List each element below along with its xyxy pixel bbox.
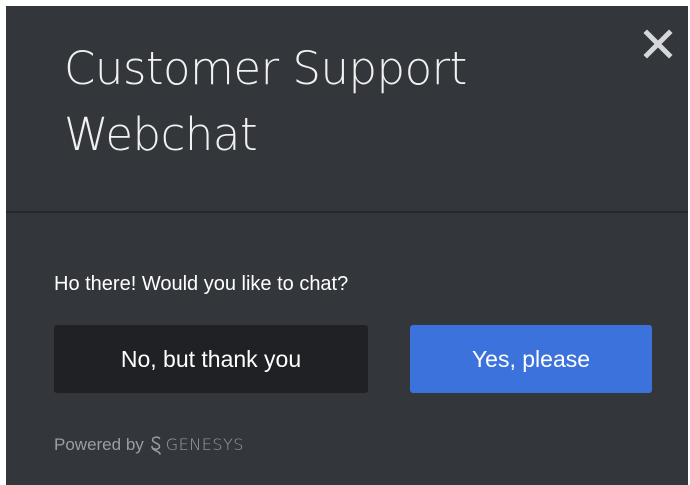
webchat-header: Customer Support Webchat [6, 6, 688, 213]
webchat-window: Customer Support Webchat Ho there! Would… [6, 6, 688, 485]
accept-button[interactable]: Yes, please [410, 325, 652, 393]
close-icon [643, 29, 673, 59]
powered-by-footer: Powered by GENESYS [54, 434, 244, 456]
window-title: Customer Support Webchat [64, 42, 467, 161]
chat-prompt: Ho there! Would you like to chat? [54, 273, 349, 295]
genesys-logo-icon [149, 435, 163, 455]
powered-by-label: Powered by [54, 435, 144, 454]
close-button[interactable] [638, 24, 678, 64]
brand-name: GENESYS [165, 435, 244, 454]
decline-button[interactable]: No, but thank you [54, 325, 368, 393]
